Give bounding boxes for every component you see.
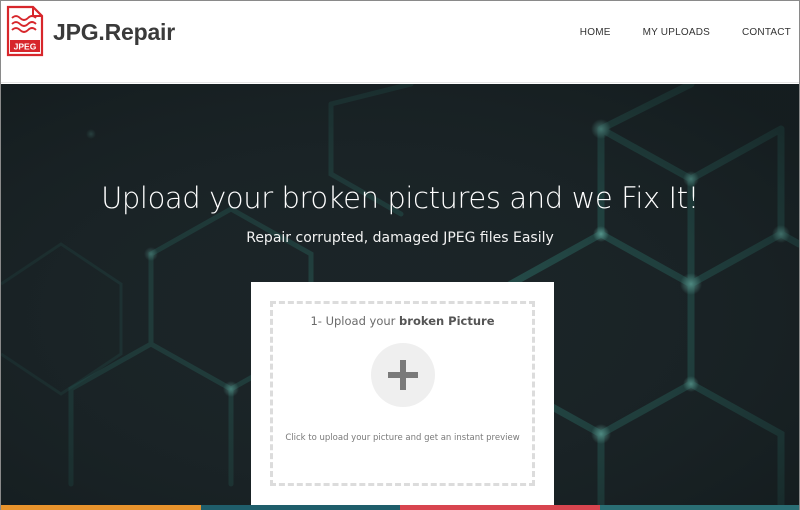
nav-contact[interactable]: CONTACT (742, 27, 791, 38)
nav-my-uploads[interactable]: MY UPLOADS (643, 27, 710, 38)
brand-name[interactable]: JPG.Repair (53, 19, 175, 46)
upload-card: 1- Upload your broken Picture Click to u… (251, 282, 554, 505)
jpeg-file-logo-icon[interactable]: JPEG (5, 5, 45, 57)
strip-segment-teal (200, 505, 400, 510)
upload-step-bold: broken Picture (399, 314, 495, 328)
hero-section: Upload your broken pictures and we Fix I… (1, 84, 799, 505)
strip-segment-dark-teal (599, 505, 799, 510)
upload-dropzone[interactable]: 1- Upload your broken Picture Click to u… (270, 301, 535, 486)
strip-segment-red (400, 505, 600, 510)
hero-title: Upload your broken pictures and we Fix I… (101, 181, 699, 215)
strip-segment-orange (1, 505, 201, 510)
logo-jpeg-text: JPEG (14, 42, 37, 52)
nav-home[interactable]: HOME (580, 27, 611, 38)
main-nav: HOME MY UPLOADS CONTACT (580, 27, 791, 38)
site-header: JPEG JPG.Repair HOME MY UPLOADS CONTACT (1, 1, 799, 83)
upload-hint: Click to upload your picture and get an … (285, 433, 520, 443)
color-strip (1, 505, 799, 510)
upload-step-prefix: 1- Upload your (310, 314, 400, 328)
hero-subtitle: Repair corrupted, damaged JPEG files Eas… (246, 230, 554, 246)
plus-icon[interactable] (371, 343, 435, 407)
upload-step-title: 1- Upload your broken Picture (273, 314, 532, 328)
